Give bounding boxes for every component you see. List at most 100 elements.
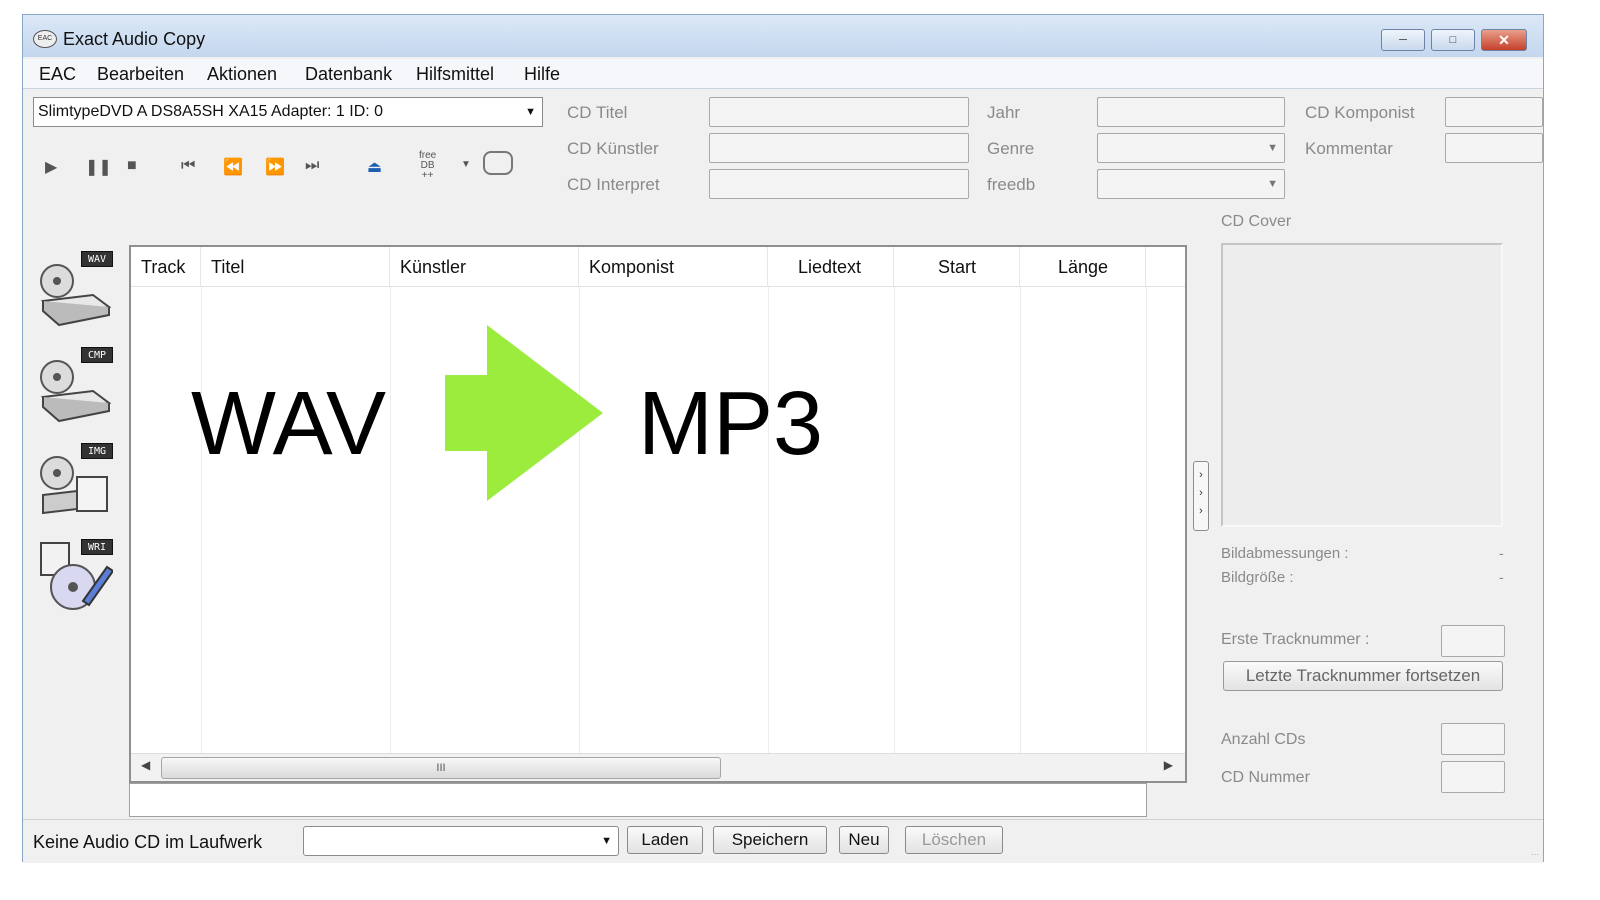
last-track-icon[interactable]: ⏭	[305, 157, 319, 175]
cd-title-label: CD Titel	[567, 103, 628, 122]
stop-icon[interactable]: ■	[127, 157, 137, 175]
overlay-mp3-text: MP3	[638, 374, 824, 474]
scroll-left-icon[interactable]: ◀	[141, 758, 150, 772]
menu-datenbank[interactable]: Datenbank	[305, 64, 392, 85]
continue-last-track-button[interactable]: Letzte Tracknummer fortsetzen	[1223, 661, 1503, 691]
scroll-thumb-grip: III	[436, 762, 446, 774]
menu-bar: EAC Bearbeiten Aktionen Datenbank Hilfsm…	[23, 59, 1543, 89]
delete-button[interactable]: Löschen	[905, 826, 1003, 854]
fast-forward-icon[interactable]: ⏩	[265, 157, 285, 177]
freedb-icon[interactable]: free DB ++	[419, 151, 436, 181]
status-bar: Keine Audio CD im Laufwerk ▼ Laden Speic…	[23, 819, 1543, 863]
comment-field[interactable]	[1445, 133, 1543, 163]
drive-select-value: SlimtypeDVD A DS8A5SH XA15 Adapter: 1 ID…	[38, 103, 384, 120]
chevron-down-icon: ▼	[525, 106, 536, 118]
first-track-icon[interactable]: ⏮	[181, 157, 195, 175]
first-track-number-label: Erste Tracknummer :	[1221, 631, 1370, 648]
close-icon: ✕	[1498, 32, 1510, 48]
cd-title-field[interactable]	[709, 97, 969, 127]
horizontal-scrollbar[interactable]: ◀ III ▶	[131, 753, 1185, 781]
maximize-button[interactable]: □	[1431, 29, 1475, 51]
cd-composer-field[interactable]	[1445, 97, 1543, 127]
lyrics-box[interactable]	[129, 783, 1147, 817]
overlay-wav-text: WAV	[191, 374, 386, 474]
freedb-dropdown-icon[interactable]: ▼	[461, 159, 471, 170]
year-label: Jahr	[987, 103, 1021, 122]
maximize-icon: □	[1449, 34, 1457, 46]
cd-cover-label: CD Cover	[1221, 213, 1292, 230]
menu-hilfsmittel[interactable]: Hilfsmittel	[416, 64, 494, 85]
image-size-label: Bildgröße :	[1221, 569, 1294, 586]
comment-label: Kommentar	[1305, 139, 1393, 158]
column-divider	[894, 287, 895, 753]
minimize-icon: ─	[1399, 34, 1407, 46]
resize-grip-icon[interactable]: ⋯	[1531, 850, 1539, 859]
chevron-down-icon: ▼	[1267, 142, 1278, 154]
cd-count-field[interactable]	[1441, 723, 1505, 755]
minimize-button[interactable]: ─	[1381, 29, 1425, 51]
column-track[interactable]: Track	[131, 247, 201, 287]
overlay-arrow-icon	[445, 325, 603, 501]
write-cd-action[interactable]: WRI	[37, 539, 115, 619]
cd-number-label: CD Nummer	[1221, 769, 1310, 786]
menu-eac[interactable]: EAC	[39, 64, 76, 85]
menu-hilfe[interactable]: Hilfe	[524, 64, 560, 85]
eac-window: EAC Exact Audio Copy ─ □ ✕ EAC Bearbeite…	[22, 14, 1544, 863]
track-list[interactable]: Track Titel Künstler Komponist Liedtext …	[129, 245, 1187, 783]
cd-performer-field[interactable]	[709, 169, 969, 199]
freedb-icon-label: free DB ++	[419, 150, 437, 181]
cd-performer-label: CD Interpret	[567, 175, 660, 194]
wri-badge: WRI	[81, 539, 113, 555]
chevron-down-icon: ▼	[601, 835, 612, 847]
rewind-icon[interactable]: ⏪	[223, 157, 243, 177]
cd-number-field[interactable]	[1441, 761, 1505, 793]
cd-artist-field[interactable]	[709, 133, 969, 163]
menu-bearbeiten[interactable]: Bearbeiten	[97, 64, 184, 85]
expand-panel-button[interactable]: › › ›	[1193, 461, 1209, 531]
antenna-icon[interactable]	[483, 151, 513, 175]
drive-select[interactable]: SlimtypeDVD A DS8A5SH XA15 Adapter: 1 ID…	[33, 97, 543, 127]
year-field[interactable]	[1097, 97, 1285, 127]
play-icon[interactable]: ▶	[45, 157, 57, 177]
column-artist[interactable]: Künstler	[390, 247, 579, 287]
genre-select[interactable]: ▼	[1097, 133, 1285, 163]
save-button[interactable]: Speichern	[713, 826, 827, 854]
close-button[interactable]: ✕	[1481, 29, 1527, 51]
new-button[interactable]: Neu	[839, 826, 889, 854]
window-title: Exact Audio Copy	[63, 29, 206, 49]
genre-label: Genre	[987, 139, 1035, 158]
pause-icon[interactable]: ❚❚	[85, 157, 112, 177]
column-title[interactable]: Titel	[201, 247, 390, 287]
column-divider	[201, 287, 202, 753]
chevron-down-icon: ▼	[1267, 178, 1278, 190]
column-divider	[1146, 287, 1147, 753]
column-lyrics[interactable]: Liedtext	[768, 247, 894, 287]
menu-aktionen[interactable]: Aktionen	[207, 64, 277, 85]
track-list-header: Track Titel Künstler Komponist Liedtext …	[131, 247, 1185, 287]
load-button[interactable]: Laden	[627, 826, 703, 854]
column-start[interactable]: Start	[894, 247, 1020, 287]
image-action[interactable]: IMG	[37, 443, 113, 523]
cd-count-label: Anzahl CDs	[1221, 731, 1306, 748]
freedb-label: freedb	[987, 175, 1036, 194]
column-divider	[390, 287, 391, 753]
status-text: Keine Audio CD im Laufwerk	[33, 832, 263, 852]
profile-select[interactable]: ▼	[303, 826, 619, 856]
cmp-badge: CMP	[81, 347, 113, 363]
first-track-number-field[interactable]	[1441, 625, 1505, 657]
cd-cover-image[interactable]	[1221, 243, 1503, 527]
cd-artist-label: CD Künstler	[567, 139, 659, 158]
scroll-thumb[interactable]: III	[161, 757, 721, 779]
image-size-value: -	[1499, 569, 1504, 585]
eject-icon[interactable]: ⏏	[367, 157, 382, 177]
image-dimensions-value: -	[1499, 545, 1504, 561]
column-length[interactable]: Länge	[1020, 247, 1146, 287]
compress-action[interactable]: CMP	[37, 347, 113, 427]
freedb-select[interactable]: ▼	[1097, 169, 1285, 199]
scroll-right-icon[interactable]: ▶	[1164, 758, 1173, 772]
column-divider	[768, 287, 769, 753]
title-bar[interactable]: EAC Exact Audio Copy ─ □ ✕	[23, 15, 1543, 57]
copy-wav-action[interactable]: WAV	[37, 251, 113, 331]
column-composer[interactable]: Komponist	[579, 247, 768, 287]
eac-app-icon: EAC	[33, 30, 57, 48]
